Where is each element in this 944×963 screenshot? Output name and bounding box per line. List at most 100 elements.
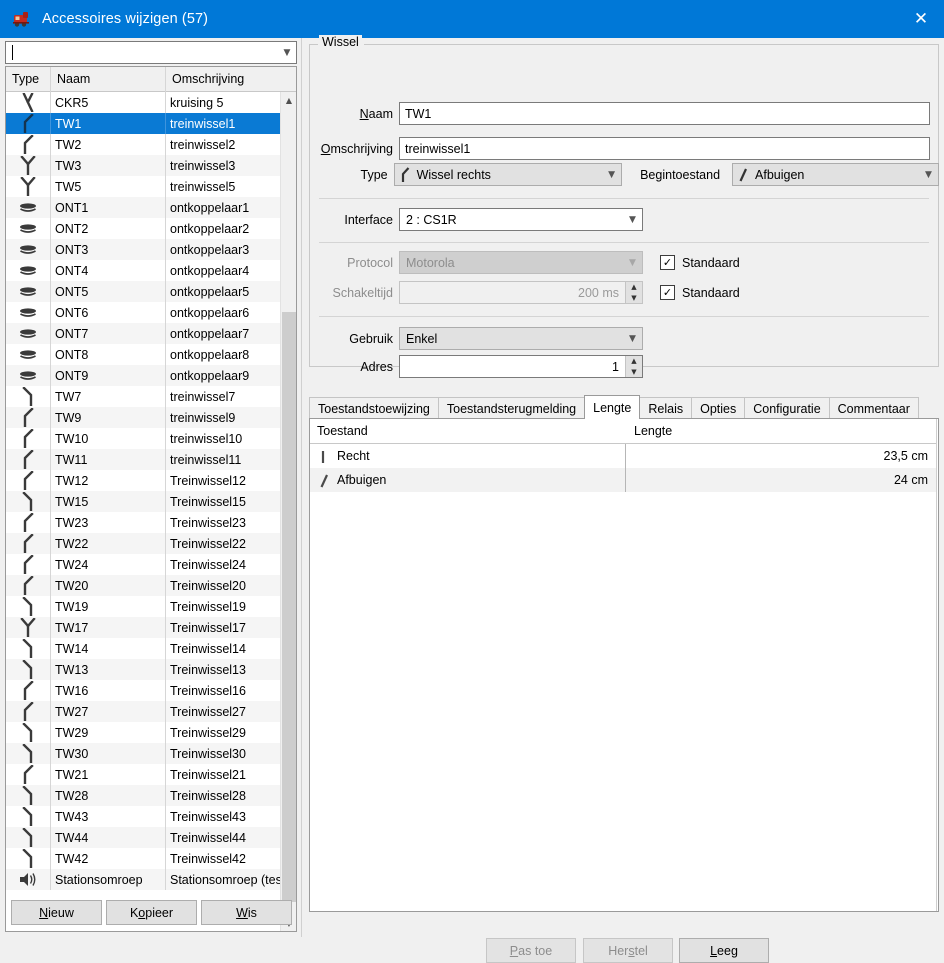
cell-naam: Stationsomroep	[51, 869, 166, 890]
checkbox-checked-icon[interactable]: ✓	[660, 255, 675, 270]
cell-omschrijving: Treinwissel24	[170, 557, 246, 572]
table-row[interactable]: TW23 Treinwissel23	[6, 512, 282, 533]
table-row[interactable]: ONT9 ontkoppelaar9	[6, 365, 282, 386]
pas-toe-button[interactable]: Pas toe	[486, 938, 576, 963]
table-row[interactable]: TW17 Treinwissel17	[6, 617, 282, 638]
protocol-combobox: Motorola ▼	[399, 251, 643, 274]
turnout-right-icon	[6, 113, 51, 134]
tab-toestandstoewijzing[interactable]: Toestandstoewijzing	[309, 397, 439, 419]
lengte-table-row[interactable]: Recht 23,5 cm	[310, 444, 936, 468]
table-row[interactable]: ONT5 ontkoppelaar5	[6, 281, 282, 302]
omschrijving-input[interactable]: treinwissel1	[399, 137, 930, 160]
table-row[interactable]: TW19 Treinwissel19	[6, 596, 282, 617]
table-row[interactable]: TW12 Treinwissel12	[6, 470, 282, 491]
type-combobox[interactable]: Wissel rechts ▼	[393, 163, 623, 186]
interface-combobox[interactable]: 2 : CS1R ▼	[399, 208, 643, 231]
table-row[interactable]: TW5 treinwissel5	[6, 176, 282, 197]
cell-naam: TW14	[51, 638, 166, 659]
lengte-table-row[interactable]: Afbuigen 24 cm	[310, 468, 936, 492]
table-row[interactable]: TW13 Treinwissel13	[6, 659, 282, 680]
chevron-down-icon[interactable]: ▼	[602, 164, 621, 185]
tab-relais[interactable]: Relais	[639, 397, 693, 419]
column-header-omschrijving[interactable]: Omschrijving	[166, 67, 281, 92]
chevron-down-icon[interactable]: ▼	[278, 42, 296, 63]
gebruik-combobox[interactable]: Enkel ▼	[399, 327, 643, 350]
column-header-naam[interactable]: Naam	[51, 67, 166, 92]
filter-input[interactable]	[12, 45, 278, 60]
leeg-button[interactable]: Leeg	[679, 938, 769, 963]
table-row[interactable]: TW14 Treinwissel14	[6, 638, 282, 659]
scroll-up-icon[interactable]: ▲	[281, 92, 296, 109]
wis-button[interactable]: Wis	[201, 900, 292, 925]
table-row[interactable]: TW30 Treinwissel30	[6, 743, 282, 764]
tab-lengte[interactable]: Lengte	[584, 395, 641, 419]
chevron-down-icon[interactable]: ▼	[919, 164, 938, 185]
stepper-down-icon[interactable]: ▼	[626, 367, 642, 378]
table-row[interactable]: TW24 Treinwissel24	[6, 554, 282, 575]
checkbox-checked-icon[interactable]: ✓	[660, 285, 675, 300]
chevron-down-icon[interactable]: ▼	[623, 209, 642, 230]
begintoestand-combobox[interactable]: Afbuigen ▼	[732, 163, 939, 186]
nieuw-button[interactable]: Nieuw	[11, 900, 102, 925]
lengte-table-body: Recht 23,5 cm Afbuigen 24 cm	[310, 444, 936, 492]
protocol-value: Motorola	[406, 255, 455, 270]
chevron-down-icon[interactable]: ▼	[623, 328, 642, 349]
wissel-groupbox: Wissel	[309, 35, 939, 367]
window-titlebar: Accessoires wijzigen (57) ✕	[0, 0, 944, 38]
herstel-button[interactable]: Herstel	[583, 938, 673, 963]
close-icon[interactable]: ✕	[898, 0, 944, 38]
tab-commentaar[interactable]: Commentaar	[828, 397, 919, 419]
table-row[interactable]: CKR5 kruising 5	[6, 92, 282, 113]
lengte-vertical-scrollbar[interactable]	[936, 419, 938, 911]
table-row[interactable]: TW21 Treinwissel21	[6, 764, 282, 785]
column-header-toestand[interactable]: Toestand	[310, 424, 626, 438]
tab-opties[interactable]: Opties	[691, 397, 746, 419]
table-row[interactable]: TW28 Treinwissel28	[6, 785, 282, 806]
table-row[interactable]: TW20 Treinwissel20	[6, 575, 282, 596]
table-row[interactable]: TW43 Treinwissel43	[6, 806, 282, 827]
naam-input[interactable]: TW1	[399, 102, 930, 125]
table-row[interactable]: TW15 Treinwissel15	[6, 491, 282, 512]
table-row[interactable]: TW10 treinwissel10	[6, 428, 282, 449]
divider-3	[319, 316, 929, 317]
stepper-up-icon[interactable]: ▲	[626, 356, 642, 367]
stepper-buttons[interactable]: ▲ ▼	[625, 356, 642, 377]
table-row[interactable]: ONT2 ontkoppelaar2	[6, 218, 282, 239]
list-vertical-scrollbar[interactable]: ▲ ▼	[280, 92, 296, 931]
turnout-right-icon	[6, 449, 51, 470]
adres-stepper[interactable]: 1 ▲ ▼	[399, 355, 643, 378]
table-row[interactable]: ONT8 ontkoppelaar8	[6, 344, 282, 365]
table-row[interactable]: TW29 Treinwissel29	[6, 722, 282, 743]
schakeltijd-standaard-checkbox[interactable]: ✓ Standaard	[660, 285, 740, 300]
table-row[interactable]: TW1 treinwissel1	[6, 113, 282, 134]
table-row[interactable]: Stationsomroep Stationsomroep (test)	[6, 869, 282, 890]
table-row[interactable]: ONT6 ontkoppelaar6	[6, 302, 282, 323]
tab-label: Toestandstoewijzing	[318, 401, 430, 416]
table-row[interactable]: ONT7 ontkoppelaar7	[6, 323, 282, 344]
table-row[interactable]: ONT3 ontkoppelaar3	[6, 239, 282, 260]
table-row[interactable]: TW16 Treinwissel16	[6, 680, 282, 701]
table-row[interactable]: TW11 treinwissel11	[6, 449, 282, 470]
table-row[interactable]: ONT1 ontkoppelaar1	[6, 197, 282, 218]
tab-configuratie[interactable]: Configuratie	[744, 397, 830, 419]
filter-combobox[interactable]: ▼	[5, 41, 297, 64]
protocol-standaard-checkbox[interactable]: ✓ Standaard	[660, 255, 740, 270]
table-row[interactable]: TW22 Treinwissel22	[6, 533, 282, 554]
table-row[interactable]: TW42 Treinwissel42	[6, 848, 282, 869]
column-header-type[interactable]: Type	[6, 67, 51, 92]
tab-toestandsterugmelding[interactable]: Toestandsterugmelding	[437, 397, 586, 419]
cell-naam: TW30	[51, 743, 166, 764]
cell-omschrijving: treinwissel3	[170, 158, 236, 173]
table-row[interactable]: ONT4 ontkoppelaar4	[6, 260, 282, 281]
kopieer-button[interactable]: Kopieer	[106, 900, 197, 925]
table-row[interactable]: TW7 treinwissel7	[6, 386, 282, 407]
straight-icon	[320, 449, 329, 464]
scrollbar-thumb[interactable]	[282, 312, 296, 902]
table-row[interactable]: TW27 Treinwissel27	[6, 701, 282, 722]
table-row[interactable]: TW44 Treinwissel44	[6, 827, 282, 848]
column-header-lengte[interactable]: Lengte	[626, 424, 936, 438]
table-row[interactable]: TW3 treinwissel3	[6, 155, 282, 176]
table-row[interactable]: TW9 treinwissel9	[6, 407, 282, 428]
adres-value[interactable]: 1	[400, 360, 625, 374]
table-row[interactable]: TW2 treinwissel2	[6, 134, 282, 155]
